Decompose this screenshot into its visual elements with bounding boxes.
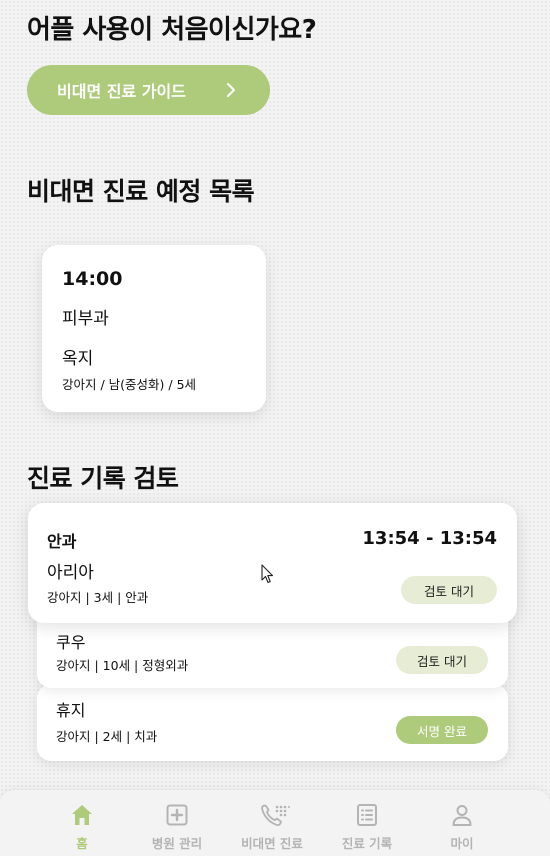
appointment-time: 14:00 bbox=[62, 268, 123, 290]
appointment-pet-info: 강아지 / 남(중성화) / 5세 bbox=[62, 377, 197, 392]
guide-button-label: 비대면 진료 가이드 bbox=[57, 82, 186, 101]
nav-item-home[interactable]: 홈 bbox=[27, 790, 137, 856]
record-pet-info: 강아지 | 3세 | 안과 bbox=[47, 590, 149, 605]
record-pet-name: 휴지 bbox=[56, 701, 86, 720]
hospital-plus-icon bbox=[166, 804, 188, 826]
record-pet-info: 강아지 | 10세 | 정형외과 bbox=[56, 658, 189, 673]
nav-label: 마이 bbox=[450, 836, 474, 851]
remote-care-guide-button[interactable]: 비대면 진료 가이드 bbox=[27, 65, 270, 115]
nav-label: 홈 bbox=[76, 836, 88, 851]
record-pet-info: 강아지 | 2세 | 치과 bbox=[56, 729, 158, 744]
phone-keypad-icon bbox=[261, 804, 290, 826]
appointment-department: 피부과 bbox=[62, 309, 109, 329]
status-badge: 서명 완료 bbox=[396, 716, 488, 744]
nav-item-hospital[interactable]: 병원 관리 bbox=[122, 790, 232, 856]
nav-label: 병원 관리 bbox=[151, 836, 203, 851]
home-screen: 어플 사용이 처음이신가요? 비대면 진료 가이드 비대면 진료 예정 목록 1… bbox=[0, 0, 550, 856]
appointment-pet-name: 옥지 bbox=[62, 349, 94, 369]
appointment-card[interactable]: 14:00 피부과 옥지 강아지 / 남(중성화) / 5세 bbox=[42, 245, 266, 412]
review-section-title: 진료 기록 검토 bbox=[27, 464, 179, 493]
record-card[interactable]: 휴지 강아지 | 2세 | 치과 서명 완료 bbox=[37, 684, 508, 761]
record-time-range: 13:54 - 13:54 bbox=[362, 528, 497, 549]
nav-item-my[interactable]: 마이 bbox=[407, 790, 517, 856]
first-time-heading: 어플 사용이 처음이신가요? bbox=[27, 15, 317, 45]
nav-item-telehealth[interactable]: 비대면 진료 bbox=[217, 790, 327, 856]
status-badge: 검토 대기 bbox=[396, 646, 488, 674]
nav-item-records[interactable]: 진료 기록 bbox=[312, 790, 422, 856]
chevron-right-icon bbox=[227, 83, 235, 97]
schedule-section-title: 비대면 진료 예정 목록 bbox=[27, 177, 255, 206]
mouse-cursor-icon bbox=[261, 564, 274, 584]
record-department: 안과 bbox=[47, 532, 77, 551]
record-pet-name: 쿠우 bbox=[56, 633, 86, 652]
record-list-icon bbox=[357, 804, 377, 826]
record-card[interactable]: 안과 13:54 - 13:54 아리아 강아지 | 3세 | 안과 검토 대기 bbox=[28, 503, 517, 623]
record-pet-name: 아리아 bbox=[47, 563, 94, 583]
bottom-navigation: 홈 병원 관리 비대면 진료 진료 기록 마이 bbox=[0, 790, 550, 856]
home-icon bbox=[72, 805, 92, 825]
status-badge: 검토 대기 bbox=[401, 576, 497, 604]
person-icon bbox=[452, 805, 472, 826]
nav-label: 진료 기록 bbox=[341, 836, 393, 851]
nav-label: 비대면 진료 bbox=[241, 836, 303, 851]
